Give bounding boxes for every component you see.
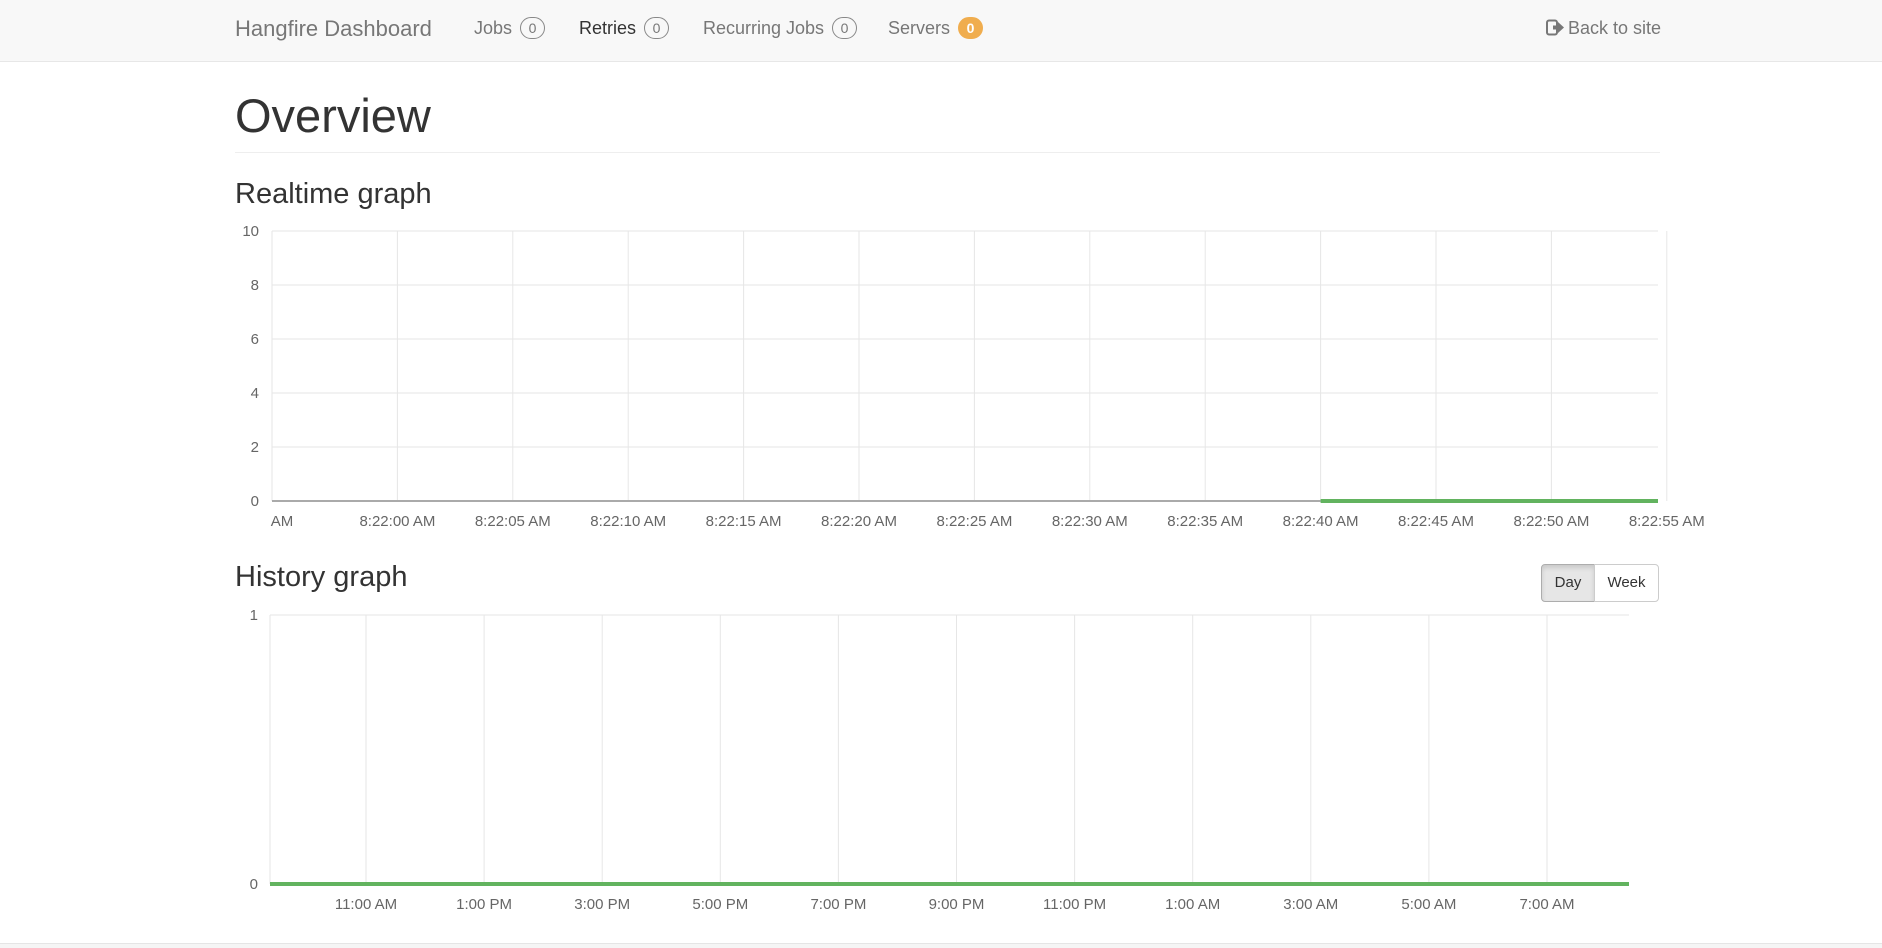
x-tick-label: 7:00 AM: [1519, 896, 1574, 913]
y-tick-label: 0: [250, 876, 258, 893]
x-tick-label: 5:00 PM: [692, 896, 748, 913]
footer: [0, 943, 1882, 948]
x-tick-label: 1:00 AM: [1165, 896, 1220, 913]
x-tick-label: 1:00 PM: [456, 896, 512, 913]
history-graph: 1 0 11:00 AM 1:00 PM 3:00 PM 5:00 PM 7:00 PM 9:…: [250, 607, 1629, 913]
x-tick-label: 11:00 PM: [1043, 896, 1106, 913]
x-tick-label: 3:00 AM: [1283, 896, 1338, 913]
x-tick-label: 7:00 PM: [810, 896, 866, 913]
y-tick-label: 1: [250, 607, 258, 624]
x-tick-label: 5:00 AM: [1401, 896, 1456, 913]
x-tick-label: 9:00 PM: [929, 896, 985, 913]
x-tick-label: 3:00 PM: [574, 896, 630, 913]
x-tick-label: 11:00 AM: [335, 896, 397, 913]
